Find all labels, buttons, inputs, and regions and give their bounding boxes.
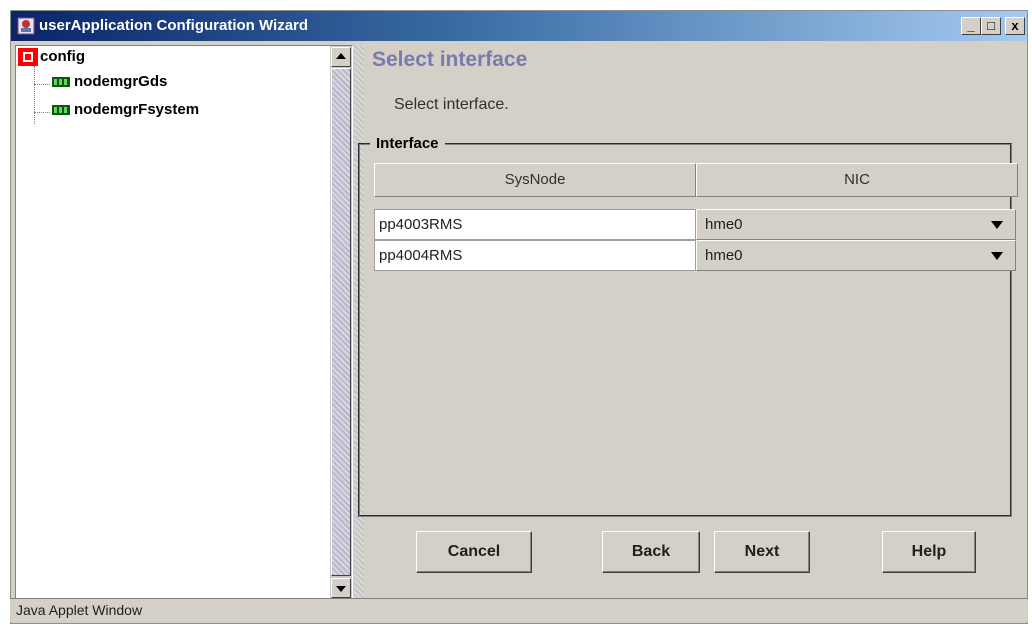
next-button[interactable]: Next — [714, 531, 810, 573]
nic-select[interactable]: hme0 — [696, 209, 1016, 240]
tree-item-config[interactable]: config — [40, 48, 85, 65]
tree-panel[interactable]: config nodemgrGds nodemgrFsystem — [15, 45, 353, 601]
tree-connector — [34, 66, 35, 124]
config-icon — [18, 48, 38, 66]
nic-select-value: hme0 — [705, 247, 743, 264]
dropdown-arrow-icon — [991, 252, 1003, 260]
tree-connector — [34, 84, 50, 85]
scroll-down-button[interactable] — [331, 578, 351, 598]
resource-icon — [52, 105, 70, 115]
app-icon — [17, 17, 35, 35]
page-description: Select interface. — [394, 96, 509, 113]
nic-select-value: hme0 — [705, 216, 743, 233]
column-header-nic[interactable]: NIC — [696, 163, 1018, 197]
nic-select[interactable]: hme0 — [696, 240, 1016, 271]
back-button[interactable]: Back — [602, 531, 700, 573]
page-title: Select interface — [372, 48, 528, 71]
maximize-button[interactable]: □ — [981, 17, 1001, 35]
interface-table: SysNode NIC pp4003RMS hme0 pp4004RMS hme… — [364, 163, 1018, 271]
tree-item-nodemgrgds[interactable]: nodemgrGds — [74, 73, 167, 90]
resource-icon — [52, 77, 70, 87]
tree-item-nodemgrfsystem[interactable]: nodemgrFsystem — [74, 101, 199, 118]
window-title: userApplication Configuration Wizard — [39, 17, 309, 34]
minimize-button[interactable]: _ — [961, 17, 981, 35]
title-bar[interactable]: userApplication Configuration Wizard _ □… — [11, 11, 1027, 41]
interface-group-label: Interface — [370, 135, 445, 152]
scroll-up-button[interactable] — [331, 47, 351, 67]
arrow-down-icon — [336, 586, 346, 592]
help-button[interactable]: Help — [882, 531, 976, 573]
column-header-sysnode[interactable]: SysNode — [374, 163, 696, 197]
close-button[interactable]: x — [1005, 17, 1025, 35]
scroll-thumb[interactable] — [331, 68, 351, 576]
status-bar: Java Applet Window — [10, 598, 1028, 622]
tree-scrollbar[interactable] — [330, 46, 352, 600]
dropdown-arrow-icon — [991, 221, 1003, 229]
table-cell-sysnode: pp4003RMS — [374, 209, 696, 240]
cancel-button[interactable]: Cancel — [416, 531, 532, 573]
table-cell-sysnode: pp4004RMS — [374, 240, 696, 271]
tree-connector — [34, 112, 50, 113]
arrow-up-icon — [336, 53, 346, 59]
